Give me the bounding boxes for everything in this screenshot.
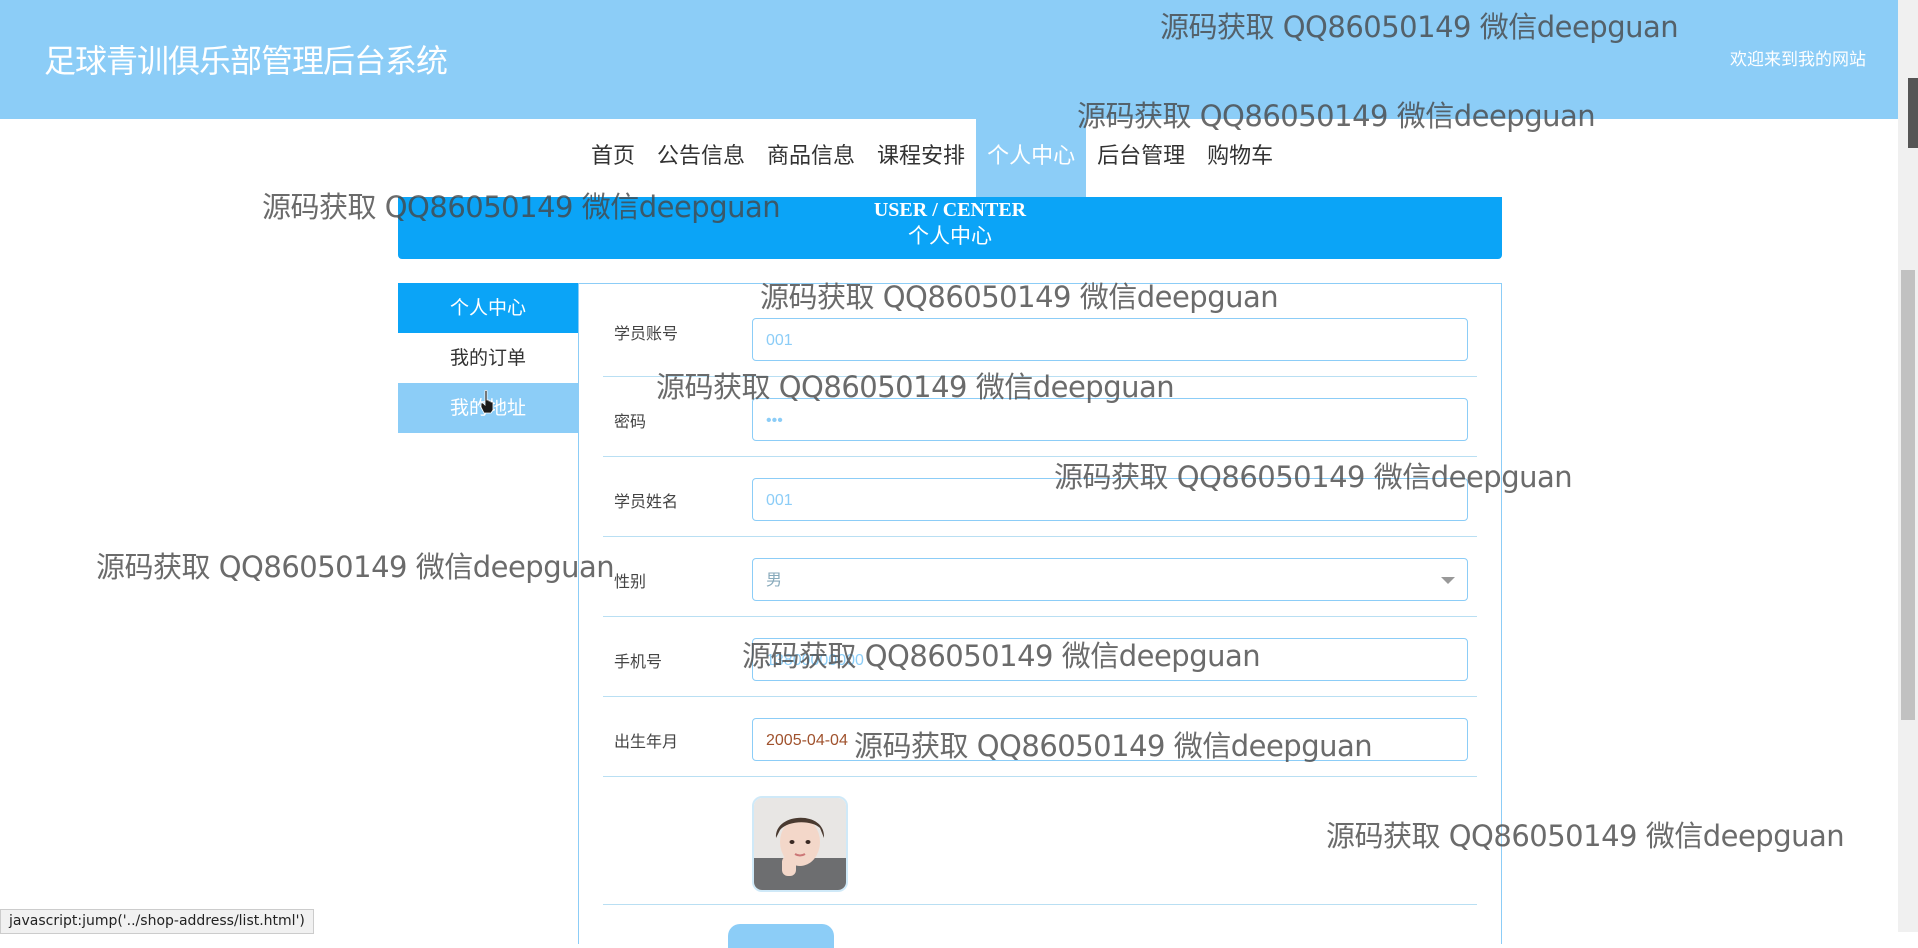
watermark-text: 源码获取 QQ86050149 微信deepguan bbox=[262, 190, 781, 224]
watermark-text: 源码获取 QQ86050149 微信deepguan bbox=[656, 370, 1175, 404]
name-label: 学员姓名 bbox=[614, 492, 679, 511]
nav-item-courses[interactable]: 课程安排 bbox=[866, 119, 976, 197]
submit-button[interactable] bbox=[728, 924, 834, 948]
form-row-gender: 性别 男 bbox=[603, 536, 1477, 617]
gender-select[interactable]: 男 bbox=[752, 558, 1468, 601]
account-input[interactable]: 001 bbox=[752, 318, 1468, 361]
nav-item-user-center[interactable]: 个人中心 bbox=[976, 119, 1087, 197]
watermark-text: 源码获取 QQ86050149 微信deepguan bbox=[760, 280, 1279, 314]
watermark-text: 源码获取 QQ86050149 微信deepguan bbox=[854, 729, 1373, 763]
scrollbar-thumb[interactable] bbox=[1901, 270, 1915, 720]
account-label: 学员账号 bbox=[614, 324, 679, 343]
side-widget bbox=[1908, 78, 1918, 148]
chevron-down-icon bbox=[1441, 577, 1455, 584]
avatar[interactable] bbox=[752, 796, 848, 892]
sidebar-item-user-center[interactable]: 个人中心 bbox=[398, 283, 578, 333]
password-label: 密码 bbox=[614, 412, 647, 431]
sidebar-item-orders[interactable]: 我的订单 bbox=[398, 333, 578, 383]
welcome-text: 欢迎来到我的网站 bbox=[1730, 50, 1866, 70]
banner-title: 个人中心 bbox=[908, 224, 992, 248]
watermark-text: 源码获取 QQ86050149 微信deepguan bbox=[1077, 99, 1596, 133]
site-title: 足球青训俱乐部管理后台系统 bbox=[44, 42, 448, 80]
gender-value: 男 bbox=[766, 572, 783, 589]
browser-status-bar: javascript:jump('../shop-address/list.ht… bbox=[0, 909, 314, 934]
hand-cursor-icon bbox=[480, 390, 494, 414]
gender-label: 性别 bbox=[614, 572, 647, 591]
avatar-photo bbox=[754, 798, 846, 890]
watermark-text: 源码获取 QQ86050149 微信deepguan bbox=[96, 550, 615, 584]
birth-label: 出生年月 bbox=[614, 732, 679, 751]
watermark-text: 源码获取 QQ86050149 微信deepguan bbox=[1054, 460, 1573, 494]
phone-label: 手机号 bbox=[614, 652, 663, 671]
watermark-text: 源码获取 QQ86050149 微信deepguan bbox=[1326, 819, 1845, 853]
watermark-text: 源码获取 QQ86050149 微信deepguan bbox=[1160, 10, 1679, 44]
watermark-text: 源码获取 QQ86050149 微信deepguan bbox=[742, 639, 1261, 673]
